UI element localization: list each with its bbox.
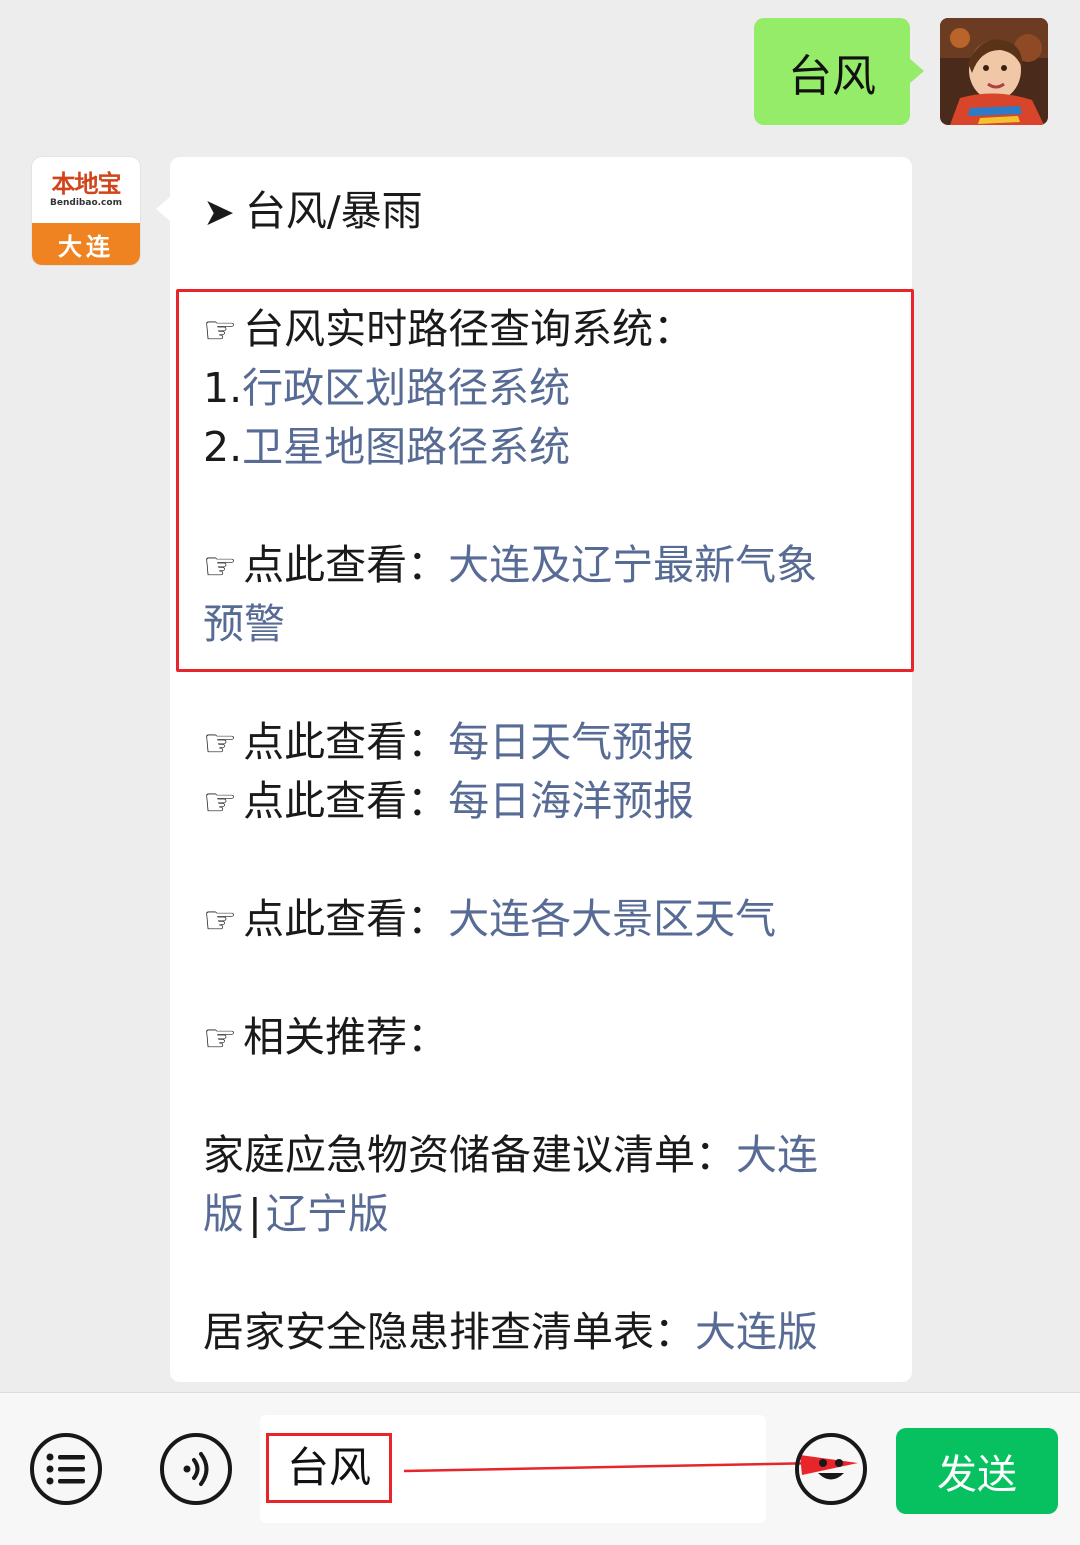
warning-line-cont: 预警 bbox=[203, 595, 285, 653]
daily-weather-line: ☞ 点此查看：每日天气预报 bbox=[203, 713, 694, 772]
safety-dalian-link[interactable]: 大连版 bbox=[695, 1308, 818, 1356]
system-title: 台风实时路径查询系统： bbox=[243, 305, 695, 353]
voice-icon bbox=[183, 1452, 209, 1486]
input-bar: 台风 发送 bbox=[0, 1392, 1080, 1545]
heading-text: 台风/暴雨 bbox=[244, 187, 423, 235]
reply-bubble-tail bbox=[156, 196, 171, 222]
view-label: 点此查看： bbox=[243, 777, 449, 825]
emergency-dalian-link[interactable]: 大连 bbox=[736, 1131, 818, 1179]
send-button[interactable]: 发送 bbox=[896, 1428, 1058, 1514]
user-avatar-image bbox=[940, 18, 1048, 125]
voice-button[interactable] bbox=[160, 1433, 232, 1505]
daily-weather-link[interactable]: 每日天气预报 bbox=[448, 718, 694, 766]
related-label: 相关推荐： bbox=[243, 1013, 449, 1061]
item1-number: 1. bbox=[203, 364, 243, 412]
scenic-weather-link[interactable]: 大连各大景区天气 bbox=[448, 895, 776, 943]
pointing-hand-icon: ☞ bbox=[203, 721, 238, 765]
user-avatar[interactable] bbox=[940, 18, 1048, 125]
reply-heading: ➤ 台风/暴雨 bbox=[203, 182, 423, 241]
reply-message-bubble: ➤ 台风/暴雨 ☞ 台风实时路径查询系统： 1.行政区划路径系统 2.卫星地图路径系… bbox=[170, 157, 912, 1382]
list-item: 1.行政区划路径系统 bbox=[203, 359, 570, 417]
pointing-hand-icon: ☞ bbox=[203, 780, 238, 824]
emergency-line-cont: 版|辽宁版 bbox=[203, 1185, 389, 1243]
emergency-line: 家庭应急物资储备建议清单：大连 bbox=[203, 1126, 818, 1184]
scenic-weather-line: ☞ 点此查看：大连各大景区天气 bbox=[203, 890, 776, 949]
admin-division-route-link[interactable]: 行政区划路径系统 bbox=[242, 364, 570, 412]
weather-warning-link[interactable]: 大连及辽宁最新气象 bbox=[448, 541, 817, 589]
emergency-dalian-link-cont[interactable]: 版 bbox=[203, 1190, 244, 1238]
bot-logo: 本地宝 Bendibao.com bbox=[32, 157, 140, 223]
view-label: 点此查看： bbox=[243, 541, 449, 589]
red-arrow-annotation bbox=[403, 1455, 858, 1475]
daily-ocean-line: ☞ 点此查看：每日海洋预报 bbox=[203, 772, 694, 831]
safety-text: 居家安全隐患排查清单表： bbox=[203, 1308, 695, 1356]
list-icon bbox=[46, 1453, 85, 1485]
view-label: 点此查看： bbox=[243, 718, 449, 766]
user-message-text: 台风 bbox=[788, 50, 876, 102]
daily-ocean-link[interactable]: 每日海洋预报 bbox=[448, 777, 694, 825]
arrow-icon: ➤ bbox=[203, 190, 235, 234]
pointing-hand-icon: ☞ bbox=[203, 898, 238, 942]
view-label: 点此查看： bbox=[243, 895, 449, 943]
item2-number: 2. bbox=[203, 423, 243, 471]
pointing-hand-icon: ☞ bbox=[203, 544, 238, 588]
typed-text-highlight[interactable]: 台风 bbox=[266, 1433, 392, 1503]
smiley-icon bbox=[818, 1459, 844, 1480]
bot-avatar[interactable]: 本地宝 Bendibao.com 大连 bbox=[32, 157, 140, 265]
emergency-liaoning-link[interactable]: 辽宁版 bbox=[266, 1190, 389, 1238]
satellite-map-route-link[interactable]: 卫星地图路径系统 bbox=[242, 423, 570, 471]
separator: | bbox=[248, 1190, 262, 1238]
list-item: 2.卫星地图路径系统 bbox=[203, 418, 570, 476]
pointing-hand-icon: ☞ bbox=[203, 1016, 238, 1060]
menu-button[interactable] bbox=[30, 1433, 102, 1505]
user-message-bubble[interactable]: 台风 bbox=[754, 18, 924, 125]
emoji-button[interactable] bbox=[795, 1433, 867, 1505]
bot-logo-domain: Bendibao.com bbox=[50, 198, 122, 208]
bot-logo-name: 本地宝 bbox=[51, 170, 122, 198]
emergency-text: 家庭应急物资储备建议清单： bbox=[203, 1131, 736, 1179]
pointing-hand-icon: ☞ bbox=[203, 308, 238, 352]
warning-line: ☞ 点此查看：大连及辽宁最新气象 bbox=[203, 536, 817, 595]
bot-logo-city: 大连 bbox=[32, 223, 140, 265]
weather-warning-link-cont[interactable]: 预警 bbox=[203, 600, 285, 648]
related-line: ☞ 相关推荐： bbox=[203, 1008, 448, 1067]
system-title-line: ☞ 台风实时路径查询系统： bbox=[203, 300, 694, 359]
safety-line: 居家安全隐患排查清单表：大连版 bbox=[203, 1303, 818, 1361]
